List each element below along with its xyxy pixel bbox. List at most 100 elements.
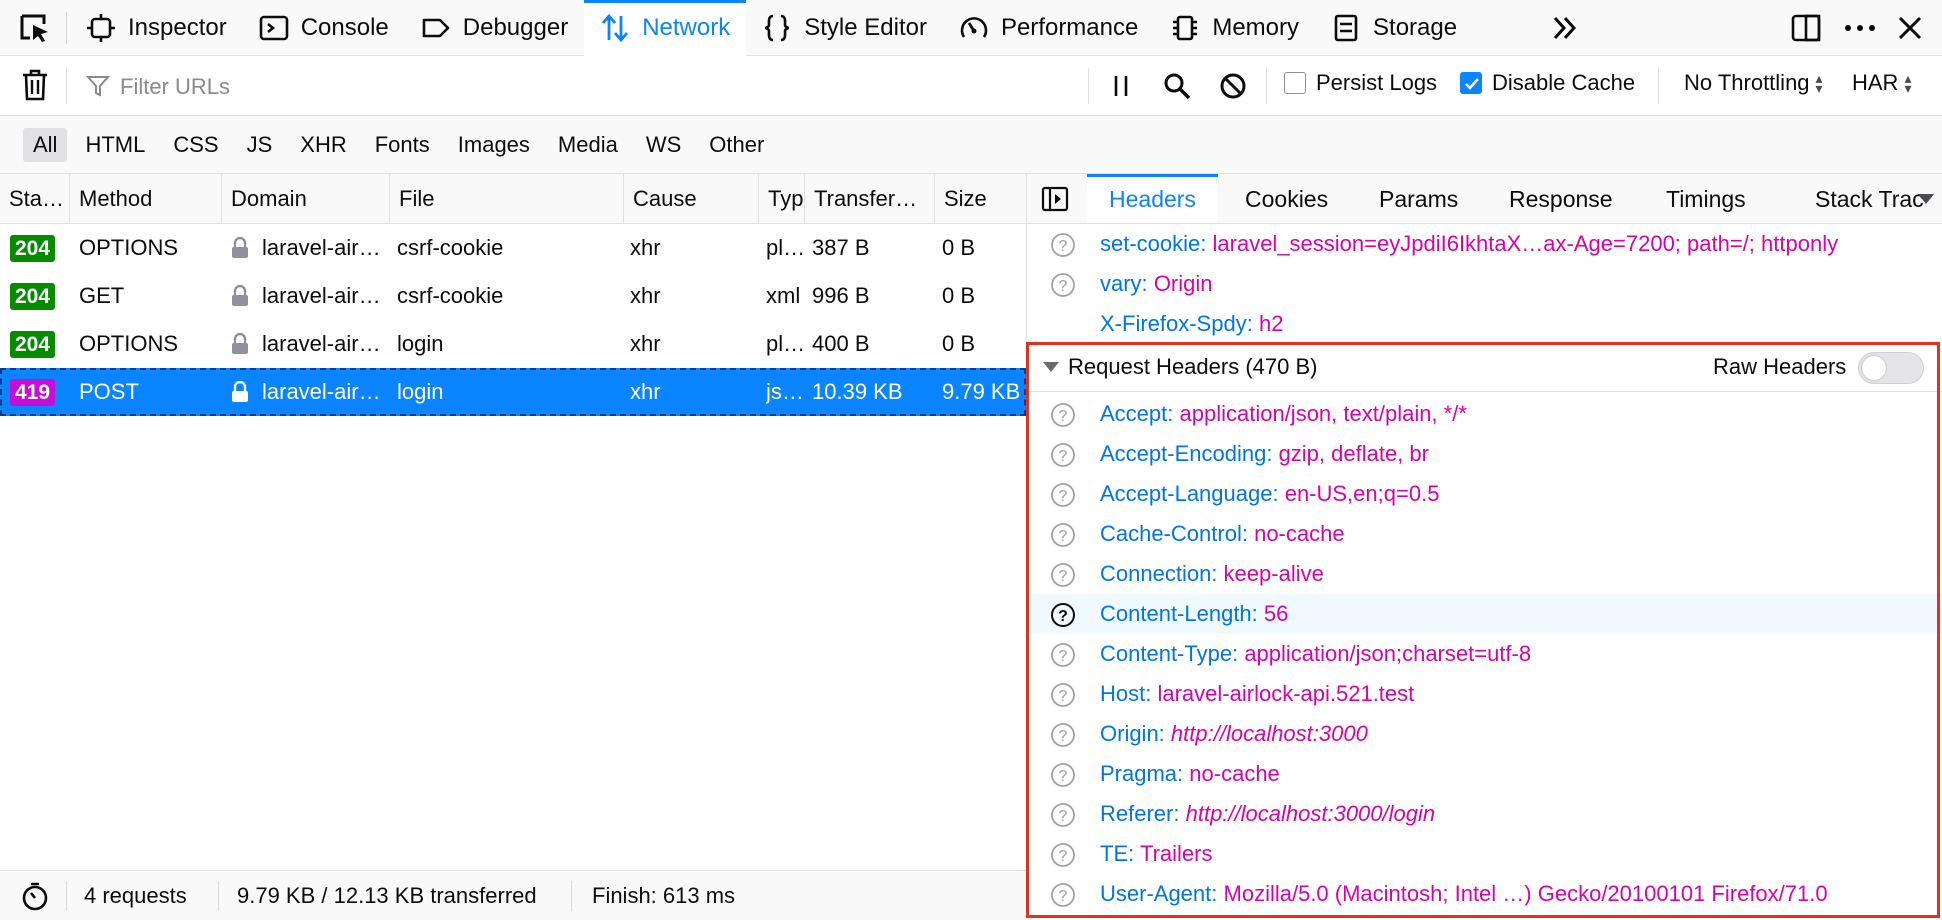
- svg-text:?: ?: [1059, 278, 1068, 295]
- column-domain[interactable]: Domain: [222, 174, 390, 223]
- header-value: no-cache: [1189, 761, 1280, 786]
- har-menu[interactable]: HAR ▴ ▾: [1852, 70, 1911, 96]
- help-icon[interactable]: ?: [1050, 842, 1076, 868]
- tab-timings[interactable]: Timings: [1644, 174, 1768, 223]
- help-icon[interactable]: ?: [1050, 682, 1076, 708]
- disable-cache-box[interactable]: [1460, 72, 1482, 94]
- header-entry: Host: laravel-airlock-api.521.test: [1100, 674, 1414, 714]
- svg-text:?: ?: [1059, 238, 1068, 255]
- help-icon[interactable]: ?: [1050, 722, 1076, 748]
- column-size[interactable]: Size: [935, 174, 1026, 223]
- more-options-icon[interactable]: [1842, 14, 1878, 42]
- header-name: Cache-Control:: [1100, 521, 1248, 546]
- toggle-sidebar-icon[interactable]: [1041, 186, 1069, 212]
- disable-cache-checkbox[interactable]: Disable Cache: [1460, 70, 1635, 96]
- help-icon[interactable]: ?: [1050, 232, 1076, 258]
- tab-memory[interactable]: Memory: [1154, 0, 1315, 56]
- persist-logs-box[interactable]: [1284, 72, 1306, 94]
- help-icon[interactable]: ?: [1050, 562, 1076, 588]
- tab-style-editor[interactable]: Style Editor: [746, 0, 943, 56]
- help-icon[interactable]: ?: [1050, 442, 1076, 468]
- header-entry: Pragma: no-cache: [1100, 754, 1280, 794]
- help-icon[interactable]: ?: [1050, 802, 1076, 828]
- svg-text:?: ?: [1059, 568, 1068, 585]
- throttling-select[interactable]: No Throttling ▴ ▾: [1684, 70, 1823, 96]
- tab-console[interactable]: Console: [243, 0, 405, 56]
- header-name: Pragma:: [1100, 761, 1184, 786]
- performance-timer-icon[interactable]: [20, 881, 50, 911]
- header-name: Content-Type:: [1100, 641, 1239, 666]
- filter-media[interactable]: Media: [548, 128, 628, 162]
- help-icon[interactable]: ?: [1050, 522, 1076, 548]
- pause-icon[interactable]: [1108, 72, 1134, 100]
- block-requests-icon[interactable]: [1218, 71, 1248, 101]
- column-type[interactable]: Typ: [759, 174, 805, 223]
- help-icon[interactable]: ?: [1050, 402, 1076, 428]
- tab-label: Console: [300, 14, 389, 41]
- table-row[interactable]: 204 OPTIONS laravel-air… csrf-cookie xhr…: [0, 224, 1026, 272]
- tab-debugger[interactable]: Debugger: [405, 0, 584, 56]
- persist-logs-checkbox[interactable]: Persist Logs: [1284, 70, 1437, 96]
- more-tools-chevron-icon[interactable]: [1550, 13, 1580, 43]
- type-cell: pl…: [766, 331, 804, 356]
- tab-label: Style Editor: [804, 14, 927, 41]
- dock-side-icon[interactable]: [1790, 12, 1822, 44]
- help-icon[interactable]: ?: [1050, 272, 1076, 298]
- filter-all[interactable]: All: [23, 127, 68, 162]
- size-cell: 0 B: [942, 283, 976, 308]
- tab-performance[interactable]: Performance: [943, 0, 1154, 56]
- filter-xhr[interactable]: XHR: [290, 128, 356, 162]
- request-list: Sta… Method Domain File Cause Typ Transf…: [0, 174, 1027, 870]
- tabs-overflow-chevron-icon[interactable]: [1918, 194, 1934, 204]
- domain-cell: laravel-air…: [262, 235, 381, 260]
- header-entry: Connection: keep-alive: [1100, 554, 1324, 594]
- help-icon[interactable]: ?: [1050, 882, 1076, 908]
- column-method[interactable]: Method: [70, 174, 222, 223]
- help-icon[interactable]: ?: [1050, 762, 1076, 788]
- table-row[interactable]: 204 GET laravel-air… csrf-cookie xhr xml…: [0, 272, 1026, 320]
- filter-html[interactable]: HTML: [75, 128, 155, 162]
- method-cell: OPTIONS: [79, 331, 179, 356]
- table-row[interactable]: 204 OPTIONS laravel-air… login xhr pl… 4…: [0, 320, 1026, 368]
- column-status[interactable]: Sta…: [0, 174, 70, 223]
- divider: [1088, 68, 1089, 104]
- filter-urls-input[interactable]: [118, 68, 1022, 106]
- help-icon[interactable]: ?: [1050, 482, 1076, 508]
- domain-cell: laravel-air…: [262, 283, 381, 308]
- help-icon[interactable]: ?: [1050, 602, 1076, 628]
- help-icon[interactable]: ?: [1050, 642, 1076, 668]
- clear-trash-icon[interactable]: [20, 68, 50, 102]
- request-headers-section-header[interactable]: Request Headers (470 B) Raw Headers: [1027, 342, 1942, 392]
- tab-cookies[interactable]: Cookies: [1223, 174, 1350, 223]
- column-transferred[interactable]: Transfer…: [805, 174, 935, 223]
- network-icon: [600, 13, 630, 43]
- tab-inspector[interactable]: Inspector: [70, 0, 243, 56]
- table-row-selected[interactable]: 419 POST laravel-air… login xhr js… 10.3…: [0, 368, 1026, 416]
- tab-label: Network: [642, 14, 731, 41]
- column-file[interactable]: File: [390, 174, 624, 223]
- header-entry: set-cookie: laravel_session=eyJpdiI6Ikht…: [1100, 224, 1838, 264]
- size-cell: 9.79 KB: [942, 379, 1021, 404]
- tab-response[interactable]: Response: [1487, 174, 1635, 223]
- filter-fonts[interactable]: Fonts: [365, 128, 440, 162]
- filter-urls-field[interactable]: [82, 68, 1082, 106]
- close-icon[interactable]: [1896, 14, 1924, 42]
- column-cause[interactable]: Cause: [624, 174, 759, 223]
- filter-ws[interactable]: WS: [636, 128, 691, 162]
- request-header-row-hovered: ? Content-Length: 56: [1027, 594, 1942, 634]
- search-icon[interactable]: [1162, 71, 1192, 101]
- tab-params[interactable]: Params: [1357, 174, 1480, 223]
- filter-css[interactable]: CSS: [163, 128, 228, 162]
- file-cell: csrf-cookie: [397, 235, 504, 260]
- tab-headers[interactable]: Headers: [1087, 174, 1218, 223]
- svg-text:?: ?: [1059, 448, 1068, 465]
- collapse-triangle-icon[interactable]: [1043, 362, 1059, 372]
- filter-images[interactable]: Images: [448, 128, 540, 162]
- element-picker-icon[interactable]: [18, 12, 52, 44]
- console-icon: [259, 13, 289, 43]
- tab-storage[interactable]: Storage: [1315, 0, 1473, 56]
- filter-js[interactable]: JS: [237, 128, 283, 162]
- raw-headers-toggle[interactable]: [1858, 352, 1924, 384]
- filter-other[interactable]: Other: [699, 128, 774, 162]
- tab-network[interactable]: Network: [584, 0, 747, 56]
